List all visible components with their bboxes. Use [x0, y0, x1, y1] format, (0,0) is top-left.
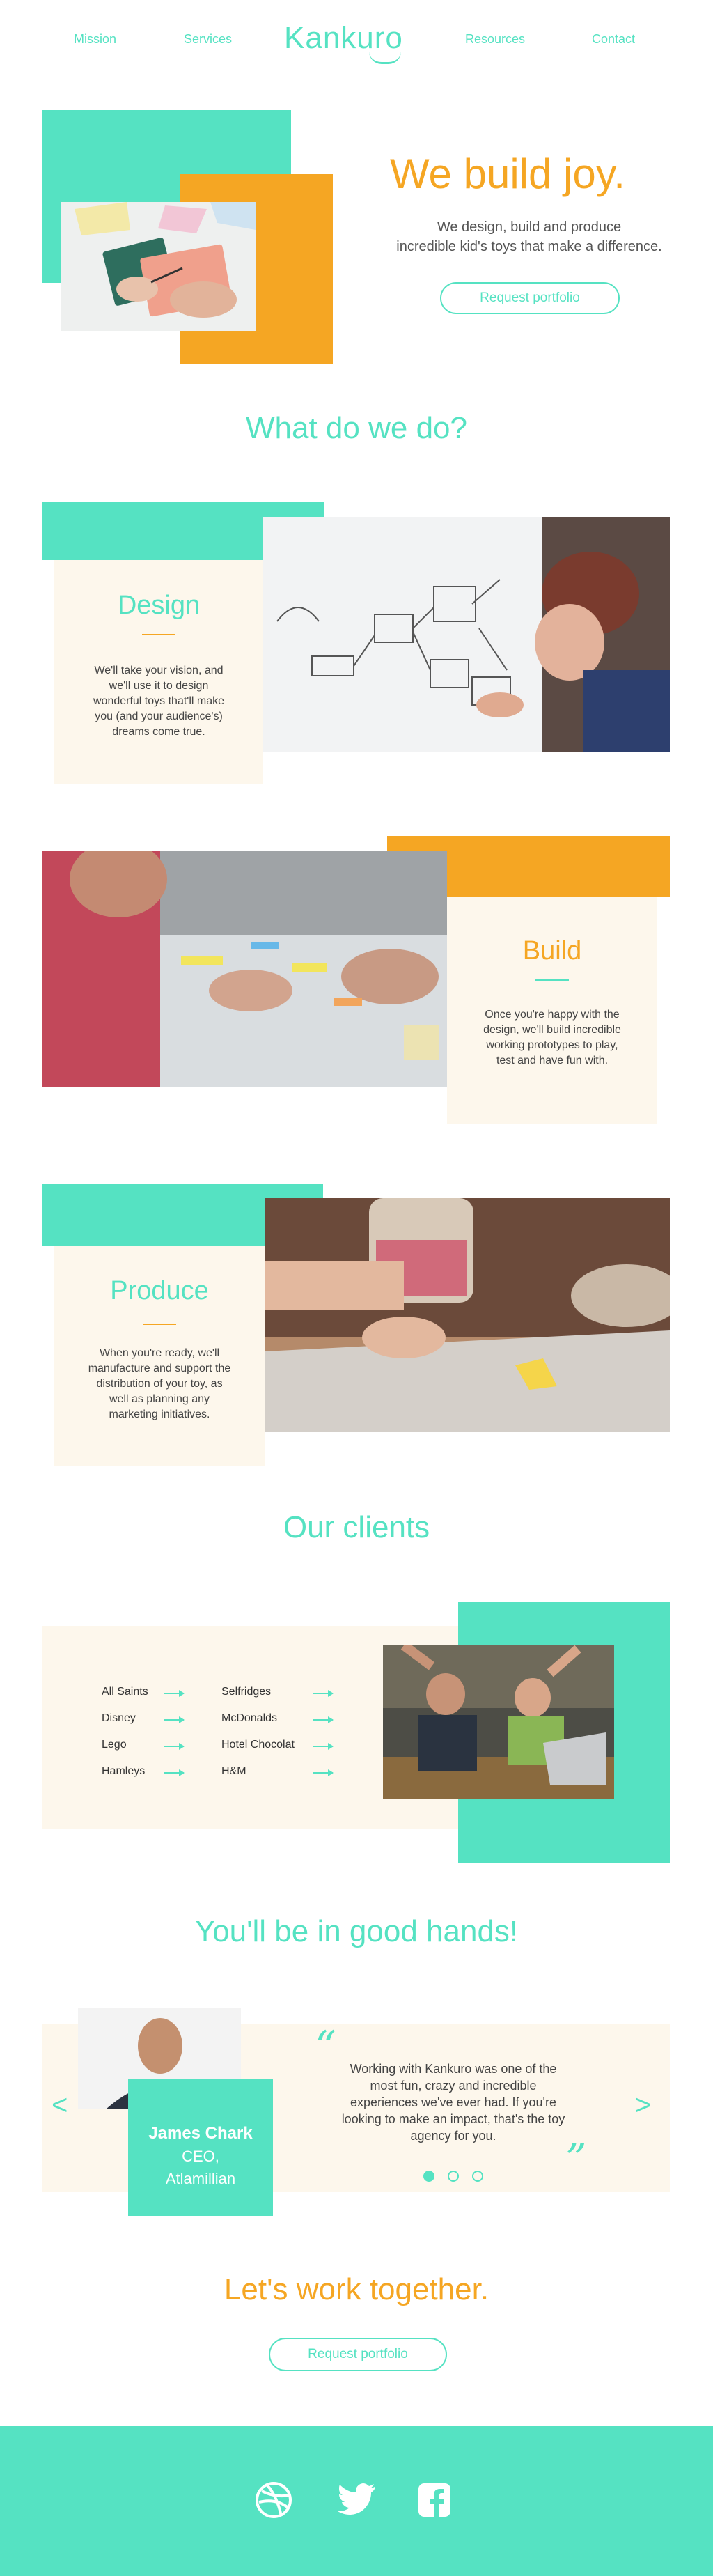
- build-rule: [535, 979, 569, 981]
- hero-request-portfolio-button[interactable]: Request portfolio: [440, 282, 620, 314]
- hero-title: We build joy.: [390, 150, 625, 197]
- carousel-dot-2[interactable]: [448, 2171, 459, 2182]
- produce-title: Produce: [110, 1276, 209, 1305]
- twitter-icon[interactable]: [337, 2483, 376, 2517]
- clients-title: Our clients: [283, 1510, 430, 1544]
- build-card: Build Once you're happy with the design,…: [447, 897, 657, 1124]
- carousel-dot-1[interactable]: [423, 2171, 434, 2182]
- testimonial-title: You'll be in good hands!: [194, 1914, 519, 1948]
- nav-mission[interactable]: Mission: [74, 32, 116, 47]
- logo-smile: [369, 52, 401, 64]
- hero-subtitle: We design, build and produce incredible …: [396, 219, 662, 254]
- cta-request-portfolio-button[interactable]: Request portfolio: [269, 2338, 447, 2371]
- nav-services[interactable]: Services: [184, 32, 232, 47]
- design-photo: [263, 517, 670, 752]
- arrow-right-icon: [313, 1690, 334, 1697]
- client-name: Disney: [102, 1712, 136, 1724]
- arrow-right-icon: [164, 1690, 185, 1697]
- dribbble-icon[interactable]: [255, 2481, 292, 2519]
- client-name: All Saints: [102, 1686, 148, 1698]
- build-photo: [42, 851, 447, 1087]
- build-title: Build: [522, 936, 582, 965]
- footer: [0, 2426, 713, 2576]
- nav-resources[interactable]: Resources: [465, 32, 525, 47]
- arrow-right-icon: [164, 1716, 185, 1723]
- logo[interactable]: Kankuro: [284, 21, 403, 56]
- services-title: What do we do?: [246, 411, 467, 445]
- produce-photo: [265, 1198, 670, 1432]
- produce-text: When you're ready, we'll manufacture and…: [88, 1347, 231, 1420]
- client-name: McDonalds: [221, 1712, 278, 1724]
- design-rule: [142, 634, 175, 635]
- arrow-right-icon: [164, 1743, 185, 1750]
- hero-photo: [61, 202, 256, 331]
- client-name: Lego: [102, 1739, 127, 1751]
- arrow-right-icon: [313, 1769, 334, 1776]
- testimonial-quote: Working with Kankuro was one of the most…: [341, 2062, 565, 2143]
- close-quote-icon: ”: [565, 2135, 587, 2184]
- carousel-prev-button[interactable]: <: [52, 2090, 68, 2121]
- build-text: Once you're happy with the design, we'll…: [483, 1009, 621, 1066]
- arrow-right-icon: [313, 1743, 334, 1750]
- produce-card: Produce When you're ready, we'll manufac…: [54, 1246, 265, 1466]
- client-name: Hotel Chocolat: [221, 1739, 295, 1751]
- arrow-right-icon: [164, 1769, 185, 1776]
- person-company: Atlamillian: [165, 2170, 236, 2187]
- arrow-right-icon: [313, 1716, 334, 1723]
- carousel-next-button[interactable]: >: [635, 2090, 651, 2121]
- design-text: We'll take your vision, and we'll use it…: [93, 665, 225, 738]
- produce-rule: [143, 1324, 176, 1325]
- client-name: Hamleys: [102, 1765, 146, 1777]
- clients-photo: [383, 1645, 614, 1799]
- open-quote-icon: “: [315, 2022, 336, 2071]
- nav-contact[interactable]: Contact: [592, 32, 635, 47]
- person-card: James Chark CEO, Atlamillian: [128, 2079, 273, 2216]
- design-title: Design: [117, 591, 201, 620]
- carousel-dot-3[interactable]: [472, 2171, 483, 2182]
- cta-title: Let's work together.: [224, 2272, 489, 2306]
- design-card: Design We'll take your vision, and we'll…: [54, 560, 263, 784]
- client-name: H&M: [221, 1765, 246, 1777]
- facebook-icon[interactable]: [418, 2483, 451, 2517]
- client-name: Selfridges: [221, 1686, 272, 1698]
- person-role: CEO,: [182, 2148, 219, 2165]
- person-name: James Chark: [148, 2124, 253, 2143]
